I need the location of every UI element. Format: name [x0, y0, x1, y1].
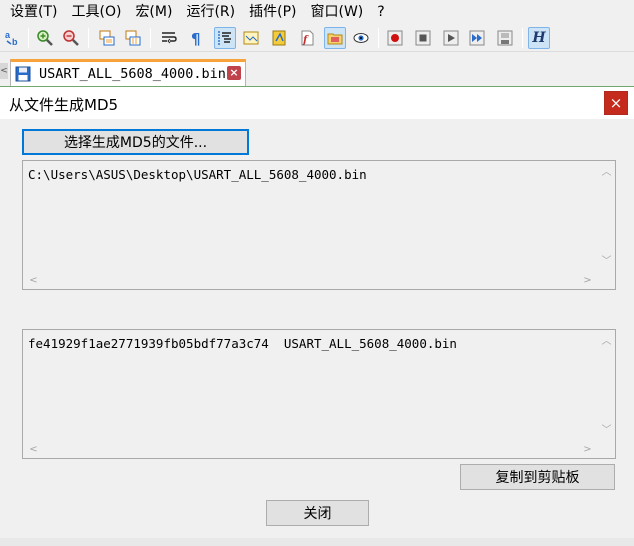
record-macro-icon[interactable] [384, 27, 406, 49]
tab-label: USART_ALL_5608_4000.bin [39, 66, 226, 82]
word-wrap-icon[interactable] [158, 27, 180, 49]
vertical-scrollbar[interactable]: ︿ ﹀ [598, 330, 615, 441]
close-icon: × [609, 93, 623, 112]
zoom-out-icon[interactable] [60, 27, 82, 49]
toolbar: ab ¶ f H [0, 24, 634, 52]
close-button[interactable]: 关闭 [266, 500, 369, 526]
md5-result-box[interactable]: fe41929f1ae2771939fb05bdf77a3c74 USART_A… [22, 329, 616, 459]
sync-horizontal-icon[interactable] [122, 27, 144, 49]
function-list-icon[interactable] [268, 27, 290, 49]
scroll-right-icon[interactable]: > [579, 441, 596, 458]
doc-map-icon[interactable] [240, 27, 262, 49]
vertical-scrollbar[interactable]: ︿ ﹀ [598, 161, 615, 272]
svg-text:a: a [5, 30, 11, 40]
sync-vertical-icon[interactable] [96, 27, 118, 49]
stop-record-icon[interactable] [412, 27, 434, 49]
menu-macro[interactable]: 宏(M) [131, 0, 176, 24]
zoom-in-icon[interactable] [34, 27, 56, 49]
scroll-right-icon[interactable]: > [579, 272, 596, 289]
md5-result-text: fe41929f1ae2771939fb05bdf77a3c74 USART_A… [28, 336, 457, 351]
menu-settings[interactable]: 设置(T) [6, 0, 61, 24]
scroll-left-icon[interactable]: < [25, 272, 42, 289]
menu-window[interactable]: 窗口(W) [306, 0, 367, 24]
dialog-close-button[interactable]: × [604, 91, 628, 115]
user-lang-icon[interactable]: f [296, 27, 318, 49]
hex-editor-icon[interactable]: H [528, 27, 550, 49]
svg-text:b: b [12, 37, 18, 47]
monitoring-icon[interactable] [350, 27, 372, 49]
toolbar-separator [522, 28, 523, 48]
replace-icon[interactable]: ab [2, 27, 24, 49]
play-macro-icon[interactable] [440, 27, 462, 49]
dialog-title: 从文件生成MD5 [9, 96, 119, 114]
floppy-disk-icon [15, 66, 31, 82]
toolbar-separator [150, 28, 151, 48]
toolbar-separator [28, 28, 29, 48]
indent-guide-icon[interactable] [214, 27, 236, 49]
show-all-chars-icon[interactable]: ¶ [186, 27, 208, 49]
tab-usart-bin[interactable]: USART_ALL_5608_4000.bin × [10, 59, 246, 86]
menu-help[interactable]: ? [373, 0, 388, 24]
run-macro-multiple-icon[interactable] [466, 27, 488, 49]
scroll-up-icon[interactable]: ︿ [598, 164, 615, 181]
menu-run[interactable]: 运行(R) [182, 0, 239, 24]
scroll-down-icon[interactable]: ﹀ [598, 422, 615, 439]
scroll-up-icon[interactable]: ︿ [598, 333, 615, 350]
tab-close-icon[interactable]: × [227, 66, 241, 80]
horizontal-scrollbar[interactable]: < > [23, 272, 598, 289]
scroll-down-icon[interactable]: ﹀ [598, 253, 615, 270]
dialog-titlebar: 从文件生成MD5 × [0, 87, 634, 119]
editor-background-strip [0, 538, 634, 546]
md5-dialog: 从文件生成MD5 × 选择生成MD5的文件... C:\Users\ASUS\D… [0, 86, 634, 538]
svg-text:¶: ¶ [191, 30, 201, 47]
scroll-left-icon[interactable]: < [25, 441, 42, 458]
menu-bar: 设置(T) 工具(O) 宏(M) 运行(R) 插件(P) 窗口(W) ? [0, 0, 634, 24]
choose-file-button[interactable]: 选择生成MD5的文件... [22, 129, 249, 155]
file-path-text: C:\Users\ASUS\Desktop\USART_ALL_5608_400… [28, 167, 367, 182]
folder-workspace-icon[interactable] [324, 27, 346, 49]
horizontal-scrollbar[interactable]: < > [23, 441, 598, 458]
menu-plugins[interactable]: 插件(P) [245, 0, 300, 24]
hex-editor-label: H [532, 30, 546, 46]
tab-bar: < USART_ALL_5608_4000.bin × [0, 53, 634, 86]
save-macro-icon[interactable] [494, 27, 516, 49]
tab-scroll-left-icon[interactable]: < [0, 63, 8, 79]
copy-to-clipboard-button[interactable]: 复制到剪贴板 [460, 464, 615, 490]
toolbar-separator [88, 28, 89, 48]
file-path-box[interactable]: C:\Users\ASUS\Desktop\USART_ALL_5608_400… [22, 160, 616, 290]
toolbar-separator [378, 28, 379, 48]
menu-tools[interactable]: 工具(O) [67, 0, 125, 24]
